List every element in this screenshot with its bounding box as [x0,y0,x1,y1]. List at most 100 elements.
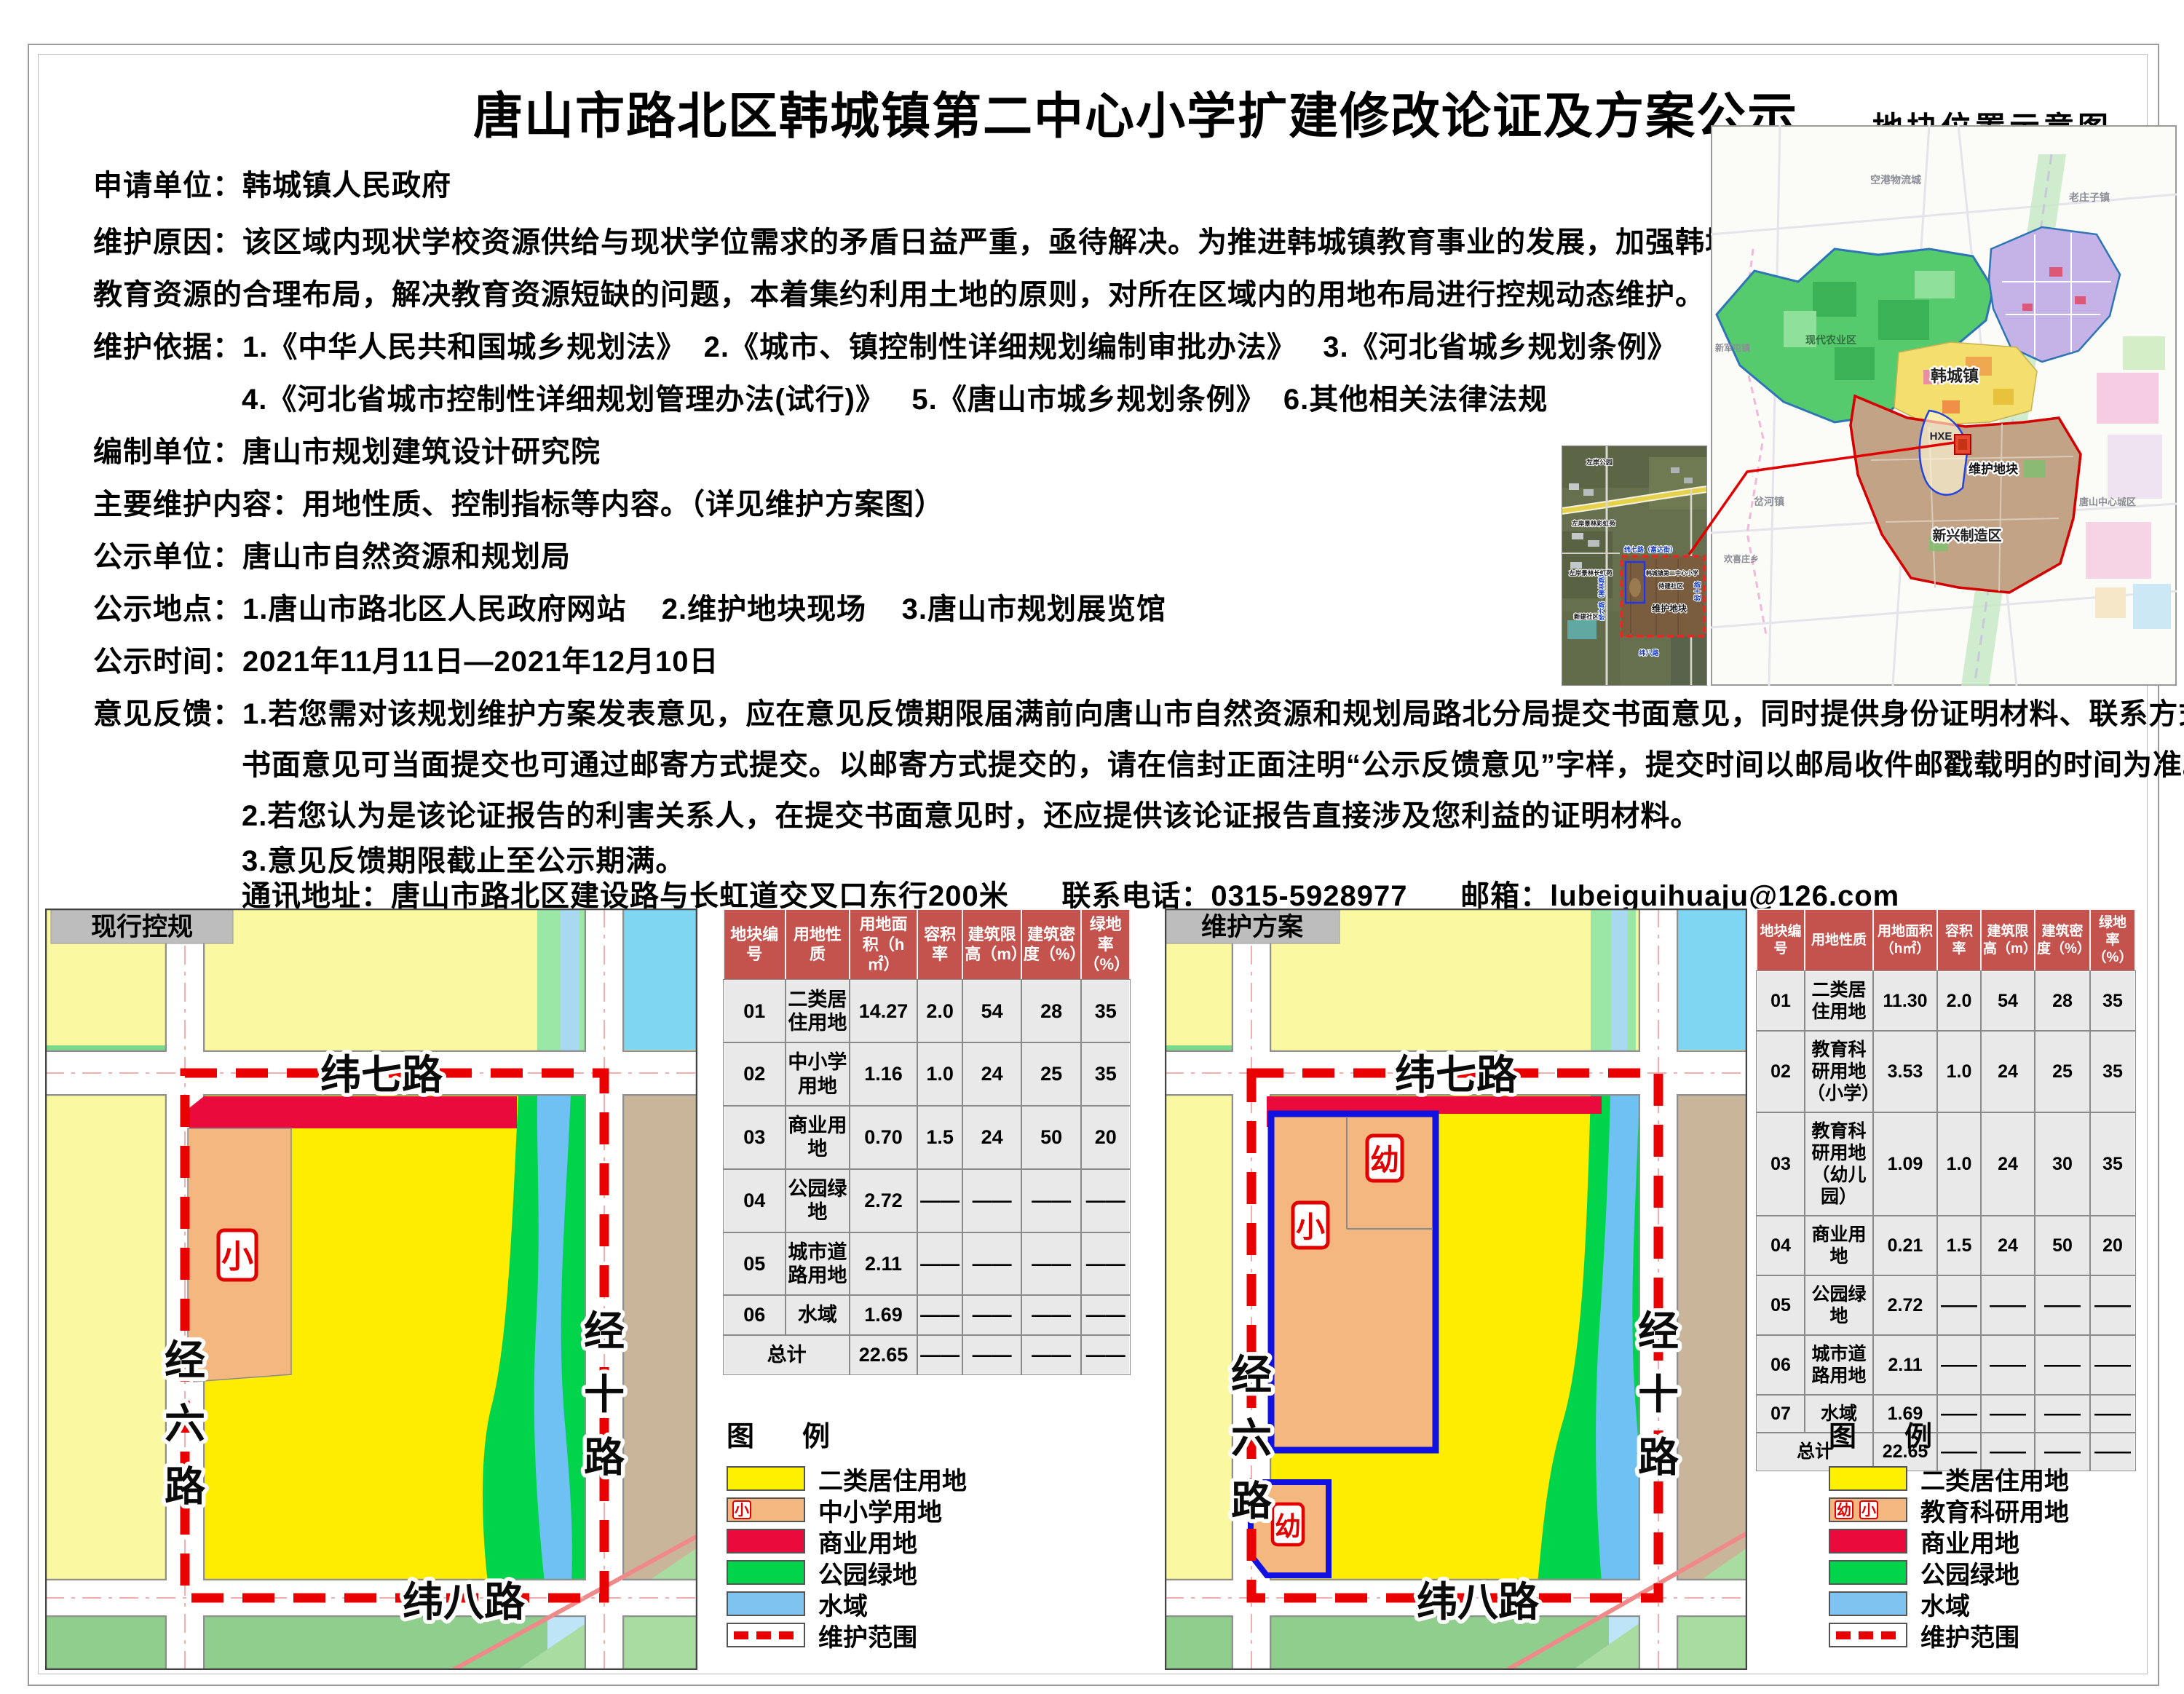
legend-swatch-boundary [727,1623,805,1647]
legend-title: 图 例 [727,1414,1061,1454]
sat-label-park: 左岸公园 [1586,458,1613,466]
table-cell: 11.30 [1873,971,1937,1031]
legend-label: 商业用地 [818,1524,917,1559]
table-cell: —— [1021,1295,1082,1334]
table-cell: —— [962,1295,1021,1334]
education-parcel [1271,1114,1436,1450]
table-cell: —— [917,1335,962,1374]
table-cell: —— [962,1335,1021,1374]
table-cell: 03 [724,1106,786,1169]
table-cell: 0.21 [1873,1216,1937,1275]
plot-marker-core [1958,439,1967,450]
table-row: 03商业用地0.701.5245020 [724,1106,1130,1169]
table-row: 05公园绿地2.72———————— [1757,1275,2135,1335]
boundary-dash [734,1631,798,1639]
legend-swatch-edu: 幼小 [1829,1497,1907,1522]
legend-swatch-commercial [1829,1529,1907,1554]
table-cell: 06 [724,1295,786,1334]
legend-swatch-water [727,1591,805,1616]
svg-text:小: 小 [1296,1211,1325,1243]
school-badge: 小 [218,1230,256,1280]
legend-items: 二类居住用地小中小学用地商业用地公园绿地水域维护范围 [727,1465,1061,1648]
table-cell: 1.09 [1873,1112,1937,1216]
column-header: 用地性质 [786,909,850,980]
legend-item-water: 水域 [727,1591,1061,1617]
legend-item-commercial: 商业用地 [1829,1528,2164,1554]
table-cell: 水域 [786,1295,850,1334]
feedback-line-1: 意见反馈：1.若您需对该规划维护方案发表意见，应在意见反馈期限届满前向唐山市自然… [93,690,2184,732]
table-cell: 28 [1021,980,1082,1043]
table-cell: 05 [724,1232,786,1296]
column-header: 建筑密度（%） [2035,909,2090,971]
legend-current: 图 例 二类居住用地小中小学用地商业用地公园绿地水域维护范围 [727,1414,1061,1653]
table-header-row: 地块编号用地性质用地面积（h㎡）容积率建筑限高（m）建筑密度（%）绿地率（%） [724,909,1130,980]
table-cell: 1.5 [917,1106,962,1169]
table-cell: 24 [1981,1031,2035,1112]
table-cell: 1.5 [1937,1216,1981,1275]
road-label-weiqi: 纬七路 [1395,1052,1518,1098]
table-cell: 24 [962,1042,1021,1106]
sat-road-w7: 纬七路（富达街） [1624,545,1677,553]
legend-label: 商业用地 [1920,1524,2019,1559]
feedback-line-3: 2.若您认为是该论证报告的利害关系人，在提交书面意见时，还应提供该论证报告直接涉… [242,792,1700,834]
table-cell: —— [2090,1335,2135,1395]
legend-label: 二类居住用地 [818,1461,967,1497]
table-cell: 25 [1021,1042,1082,1106]
table-cell: —— [1021,1232,1082,1296]
table-cell: 1.16 [850,1042,917,1106]
table-cell: 03 [1757,1112,1805,1216]
column-header: 用地性质 [1805,909,1873,971]
location-overview-map: 空港物流城 老庄子镇 现代农业区 新军屯镇 欢喜庄乡 韩城镇 HXE 维护地块 … [1711,125,2177,686]
sat-label-jinglin1: 左岸景林彩虹苑 [1571,520,1615,527]
road-label-jingliu: 经六路 [1231,1352,1273,1524]
table-cell: 54 [962,980,1021,1043]
sat-label-pending: 待建社区 [1658,582,1684,590]
table-cell: 05 [1757,1275,1805,1335]
table-header-row: 地块编号用地性质用地面积（h㎡）容积率建筑限高（m）建筑密度（%）绿地率（%） [1757,909,2135,971]
sat-road-j10: 经十路 [1693,581,1701,601]
publisher-line: 公示单位：唐山市自然资源和规划局 [93,533,571,575]
period-line: 公示时间：2021年11月11日—2021年12月10日 [93,638,719,680]
table-cell: 2.11 [850,1232,917,1296]
legend-label: 维护范围 [818,1618,917,1653]
label-laozhuangzi: 老庄子镇 [2069,191,2110,203]
table-cell: —— [1937,1335,1981,1395]
table-cell: 公园绿地 [1805,1275,1873,1335]
table-cell: —— [1937,1275,1981,1335]
table-cell: 20 [2090,1216,2135,1275]
table-cell: —— [1081,1169,1130,1232]
table-cell: 01 [724,980,786,1043]
basis-line-1: 维护依据：1.《中华人民共和国城乡规划法》 2.《城市、镇控制性详细规划编制审批… [93,323,1677,365]
sat-label-jinglin2: 左岸景林长虹苑 [1568,569,1613,577]
public-notice-poster: 唐山市路北区韩城镇第二中心小学扩建修改论证及方案公示 地块位置示意图 申请单位：… [0,0,2184,1694]
sat-label-plot: 维护地块 [1652,603,1688,614]
legend-label: 维护范围 [1920,1618,2019,1653]
table-cell: 50 [1021,1106,1082,1169]
page-title: 唐山市路北区韩城镇第二中心小学扩建修改论证及方案公示 [466,76,1805,148]
table-cell: —— [962,1169,1021,1232]
road-label-jingshi: 经十路 [584,1308,625,1481]
legend-item-commercial: 商业用地 [727,1528,1061,1554]
column-header: 容积率 [1937,909,1981,971]
column-header: 用地面积（h㎡） [1873,909,1937,971]
sat-road-w8: 纬八路 [1639,649,1659,657]
maintenance-plan-map: 幼 小 幼 维护方案 纬七路 纬八路 经六路 经十路 [1165,909,1747,1670]
table-cell: 1.0 [917,1042,962,1106]
table-cell: 02 [1757,1031,1805,1112]
label-hancheng-town: 韩城镇 [1931,367,1979,385]
legend-maintenance: 图 例 二类居住用地幼小教育科研用地商业用地公园绿地水域维护范围 [1829,1414,2164,1653]
compiler-line: 编制单位：唐山市规划建筑设计研究院 [93,428,601,470]
sat-label-school: 韩城镇第二中心小学 [1646,569,1698,577]
current-plan-map: 小 现行控规 纬七路 纬八路 经六路 经十路 [45,909,697,1670]
total-label: 总计 [724,1335,850,1374]
feedback-line-2: 书面意见可当面提交也可通过邮寄方式提交。以邮寄方式提交的，请在信封正面注明“公示… [242,741,2184,783]
legend-swatch-commercial [727,1529,805,1554]
table-row: 05城市道路用地2.11———————— [724,1232,1130,1296]
table-cell: 35 [2090,1031,2135,1112]
table-cell: 01 [1757,971,1805,1031]
table-cell: —— [2035,1335,2090,1395]
label-chahe: 岔河镇 [1754,496,1784,507]
table-cell: 2.11 [1873,1335,1937,1395]
legend-swatch-boundary [1829,1623,1907,1647]
table-cell: 35 [2090,971,2135,1031]
